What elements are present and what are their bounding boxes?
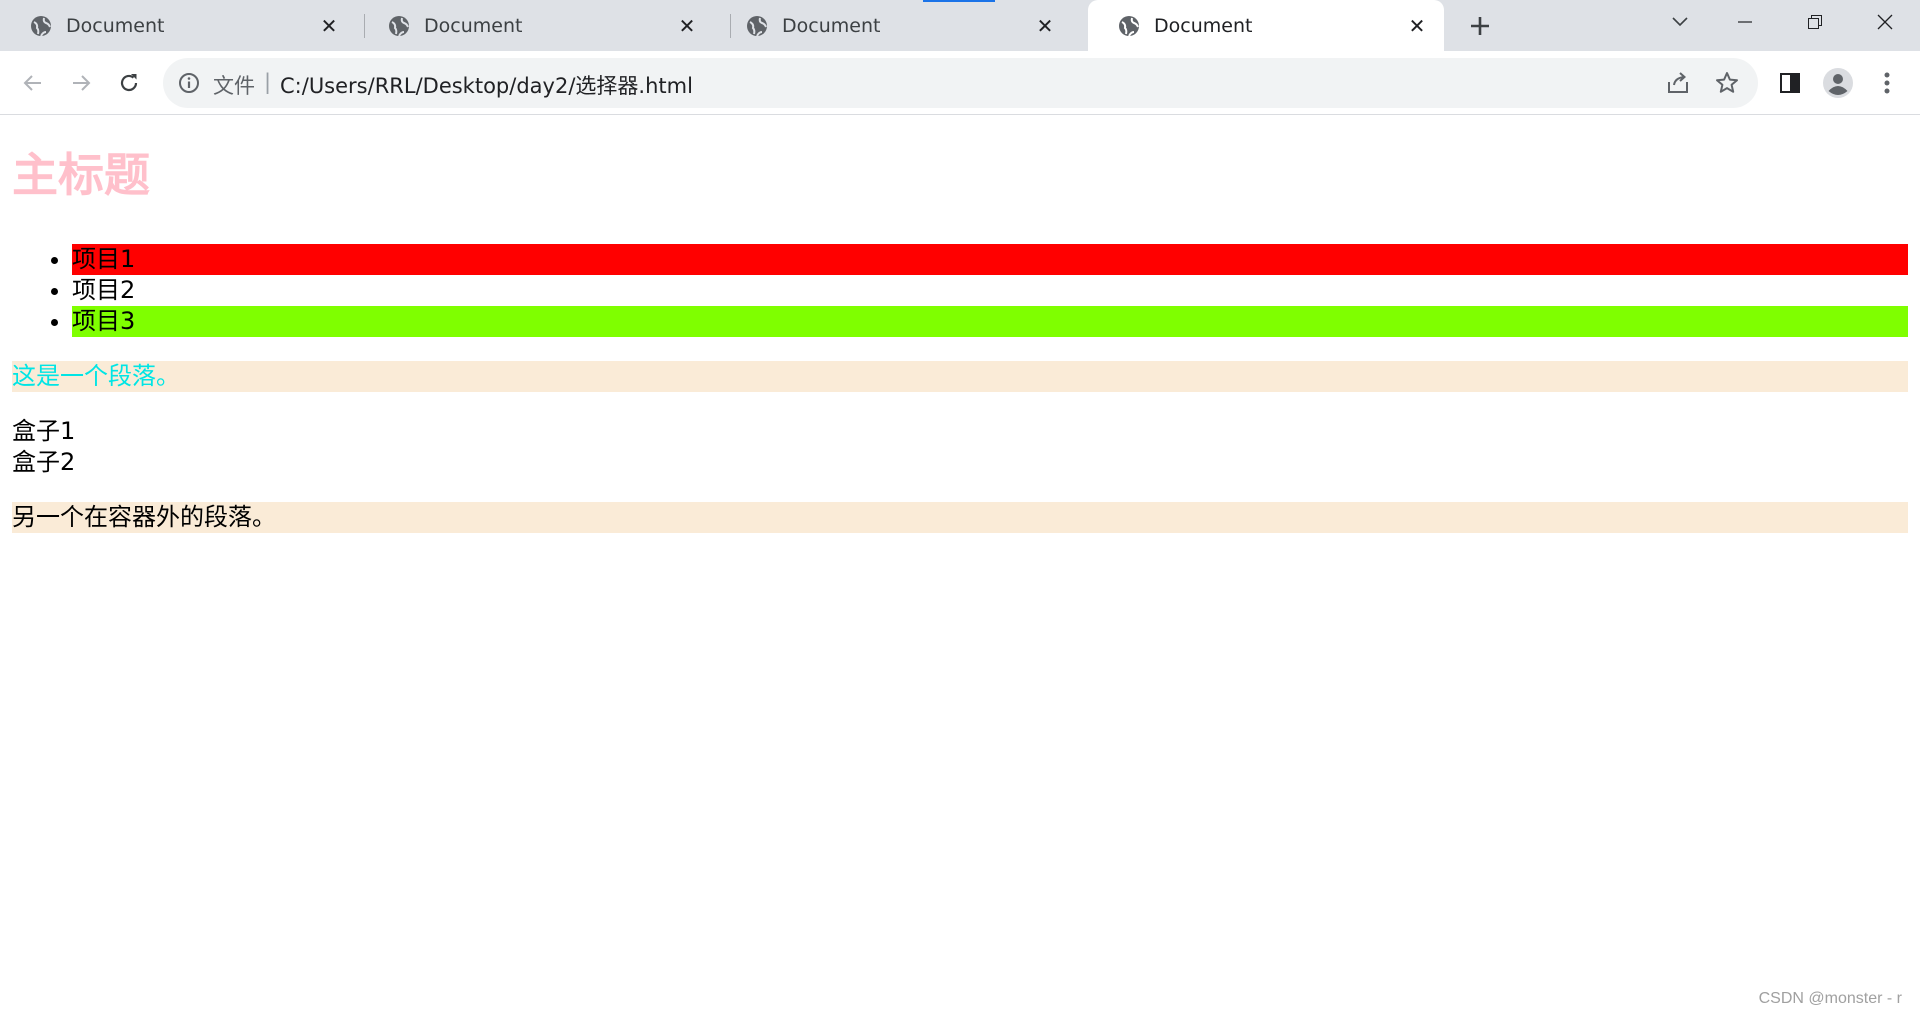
restore-icon xyxy=(1808,15,1822,29)
side-panel-button[interactable] xyxy=(1771,64,1809,102)
star-icon[interactable] xyxy=(1714,70,1740,96)
reload-button[interactable] xyxy=(110,64,148,102)
tab-title: Document xyxy=(66,14,165,37)
browser-toolbar: 文件 | C:/Users/RRL/Desktop/day2/选择器.html xyxy=(0,51,1920,115)
globe-icon xyxy=(30,15,52,37)
paragraph-1: 这是一个段落。 xyxy=(12,361,1908,392)
list-item: 项目2 xyxy=(72,275,1908,306)
share-icon[interactable] xyxy=(1665,70,1691,96)
address-bar[interactable]: 文件 | C:/Users/RRL/Desktop/day2/选择器.html xyxy=(163,58,1758,108)
page-heading: 主标题 xyxy=(12,148,150,202)
tab-4-active[interactable]: Document ✕ xyxy=(1088,0,1444,51)
list-item: 项目3 xyxy=(72,306,1908,337)
side-panel-icon xyxy=(1780,73,1800,93)
minimize-button[interactable] xyxy=(1710,0,1780,44)
more-vert-icon xyxy=(1884,72,1890,94)
close-icon[interactable]: ✕ xyxy=(672,11,702,41)
tab-1[interactable]: Document ✕ xyxy=(0,0,356,51)
menu-button[interactable] xyxy=(1868,64,1906,102)
info-icon[interactable] xyxy=(177,71,201,95)
url-text[interactable]: C:/Users/RRL/Desktop/day2/选择器.html xyxy=(280,70,693,100)
globe-icon xyxy=(1118,15,1140,37)
plus-icon xyxy=(1471,17,1489,35)
box-2: 盒子2 xyxy=(12,448,76,476)
new-tab-button[interactable] xyxy=(1462,8,1498,44)
tab-3[interactable]: Document ✕ xyxy=(716,0,1072,51)
globe-icon xyxy=(388,15,410,37)
arrow-right-icon xyxy=(73,75,91,91)
item-list: 项目1 项目2 项目3 xyxy=(72,244,1908,337)
scheme-label: 文件 xyxy=(213,74,255,98)
profile-button[interactable] xyxy=(1819,64,1857,102)
tab-title: Document xyxy=(782,14,881,37)
minimize-icon xyxy=(1738,21,1752,23)
tab-title: Document xyxy=(1154,14,1253,37)
page-content: 主标题 项目1 项目2 项目3 这是一个段落。 盒子1 盒子2 另一个在容器外的… xyxy=(0,116,1920,1020)
scheme-divider: | xyxy=(264,70,272,94)
reload-icon xyxy=(120,74,138,92)
close-window-button[interactable] xyxy=(1850,0,1920,44)
watermark: CSDN @monster - r xyxy=(1758,990,1902,1007)
restore-button[interactable] xyxy=(1780,0,1850,44)
back-button[interactable] xyxy=(14,64,52,102)
list-item: 项目1 xyxy=(72,244,1908,275)
box-1: 盒子1 xyxy=(12,417,76,445)
tab-2[interactable]: Document ✕ xyxy=(358,0,714,51)
close-icon xyxy=(1877,14,1893,30)
close-icon[interactable]: ✕ xyxy=(1402,11,1432,41)
close-icon[interactable]: ✕ xyxy=(314,11,344,41)
window-controls xyxy=(1650,0,1920,44)
tab-title: Document xyxy=(424,14,523,37)
close-icon[interactable]: ✕ xyxy=(1030,11,1060,41)
globe-icon xyxy=(746,15,768,37)
tab-strip: Document ✕ Document ✕ Document ✕ Documen… xyxy=(0,0,1920,51)
profile-icon xyxy=(1823,68,1853,98)
arrow-left-icon xyxy=(23,75,41,91)
forward-button[interactable] xyxy=(62,64,100,102)
tab-search-button[interactable] xyxy=(1650,0,1710,44)
paragraph-2: 另一个在容器外的段落。 xyxy=(12,502,1908,533)
chevron-down-icon xyxy=(1672,17,1688,27)
